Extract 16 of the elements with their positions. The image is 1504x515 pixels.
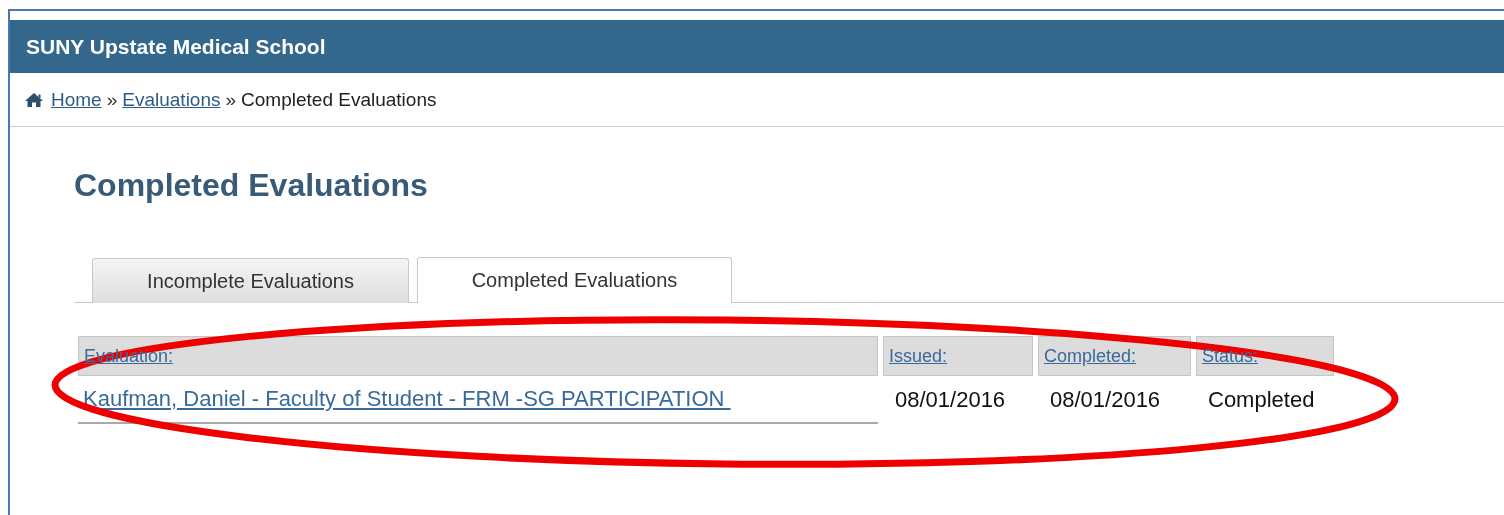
table-cell-text: Completed [1207, 386, 1316, 414]
table-cell-text: 08/01/2016 [1049, 386, 1162, 414]
site-title: SUNY Upstate Medical School [26, 34, 326, 59]
breadcrumb-current: Completed Evaluations [241, 88, 437, 111]
breadcrumb-separator: » [106, 88, 118, 111]
page-title: Completed Evaluations [74, 167, 429, 204]
table-cell-text: 08/01/2016 [894, 386, 1007, 414]
breadcrumb-link[interactable]: Home [51, 88, 102, 111]
breadcrumb-separator: » [225, 88, 237, 111]
home-icon [24, 91, 44, 108]
column-sort-link[interactable]: Completed: [1044, 345, 1137, 366]
tab[interactable]: Completed Evaluations [417, 257, 732, 303]
tab[interactable]: Incomplete Evaluations [92, 258, 409, 303]
breadcrumb-link[interactable]: Evaluations [122, 88, 221, 111]
evaluation-link[interactable]: Kaufman, Daniel - Faculty of Student - FRM -SG PARTICIPATION [83, 386, 731, 411]
column-sort-link[interactable]: Issued: [889, 345, 948, 366]
